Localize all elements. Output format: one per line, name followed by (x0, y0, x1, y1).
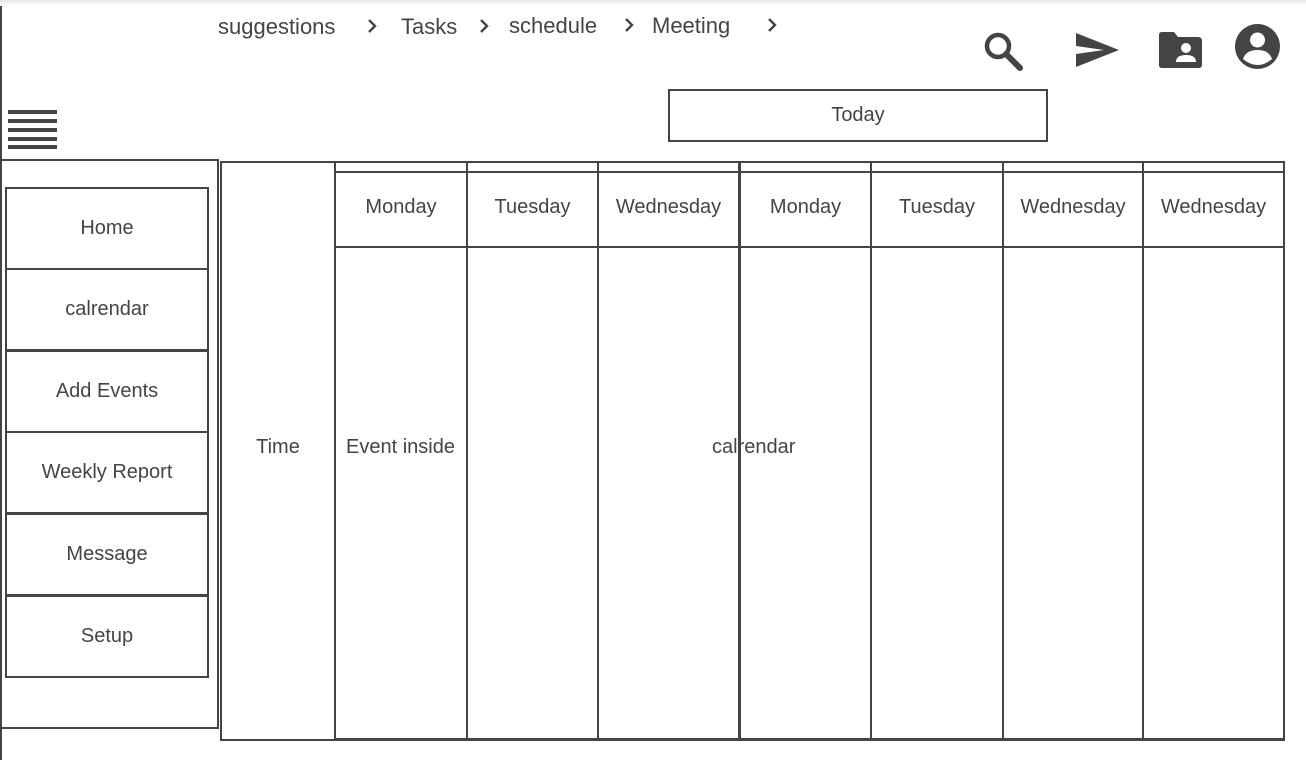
search-icon[interactable] (982, 30, 1024, 72)
sidebar-item-calendar[interactable]: calrendar (5, 268, 209, 351)
grid-line (1002, 161, 1004, 739)
sidebar-item-home[interactable]: Home (5, 187, 209, 270)
send-icon[interactable] (1074, 31, 1120, 69)
breadcrumb: suggestions Tasks schedule Meeting (0, 10, 800, 44)
time-label: Time (256, 436, 300, 458)
chevron-right-icon (480, 19, 489, 33)
day-header-monday[interactable]: Monday (741, 196, 870, 219)
sidebar-item-setup[interactable]: Setup (5, 595, 209, 678)
sidebar-item-add-events[interactable]: Add Events (5, 350, 209, 433)
hamburger-menu-icon[interactable] (8, 110, 58, 150)
grid-line (870, 161, 872, 739)
grid-line (466, 161, 468, 739)
day-header-wednesday[interactable]: Wednesday (1144, 196, 1283, 219)
chevron-right-icon (768, 18, 777, 32)
top-shadow (0, 0, 1306, 6)
sidebar-item-weekly-report[interactable]: Weekly Report (5, 431, 209, 514)
day-header-tuesday[interactable]: Tuesday (468, 196, 597, 219)
grid-line (1142, 161, 1144, 739)
chevron-right-icon (625, 18, 634, 32)
breadcrumb-item-meeting[interactable]: Meeting (652, 11, 730, 41)
day-header-wednesday[interactable]: Wednesday (599, 196, 738, 219)
calendar-center-label: calrendar (712, 436, 796, 458)
day-header-tuesday[interactable]: Tuesday (872, 196, 1002, 219)
contact-folder-icon[interactable] (1157, 31, 1203, 69)
breadcrumb-item-schedule[interactable]: schedule (509, 11, 597, 41)
chevron-right-icon (368, 19, 377, 33)
today-button[interactable]: Today (668, 89, 1048, 142)
account-icon[interactable] (1234, 23, 1281, 70)
breadcrumb-item-suggestions[interactable]: suggestions (218, 12, 335, 42)
sidebar-item-message[interactable]: Message (5, 513, 209, 596)
day-header-wednesday[interactable]: Wednesday (1004, 196, 1142, 219)
calendar-event[interactable]: Event inside (346, 436, 455, 459)
day-header-monday[interactable]: Monday (336, 196, 466, 219)
grid-line (597, 161, 599, 739)
breadcrumb-item-tasks[interactable]: Tasks (401, 12, 457, 42)
